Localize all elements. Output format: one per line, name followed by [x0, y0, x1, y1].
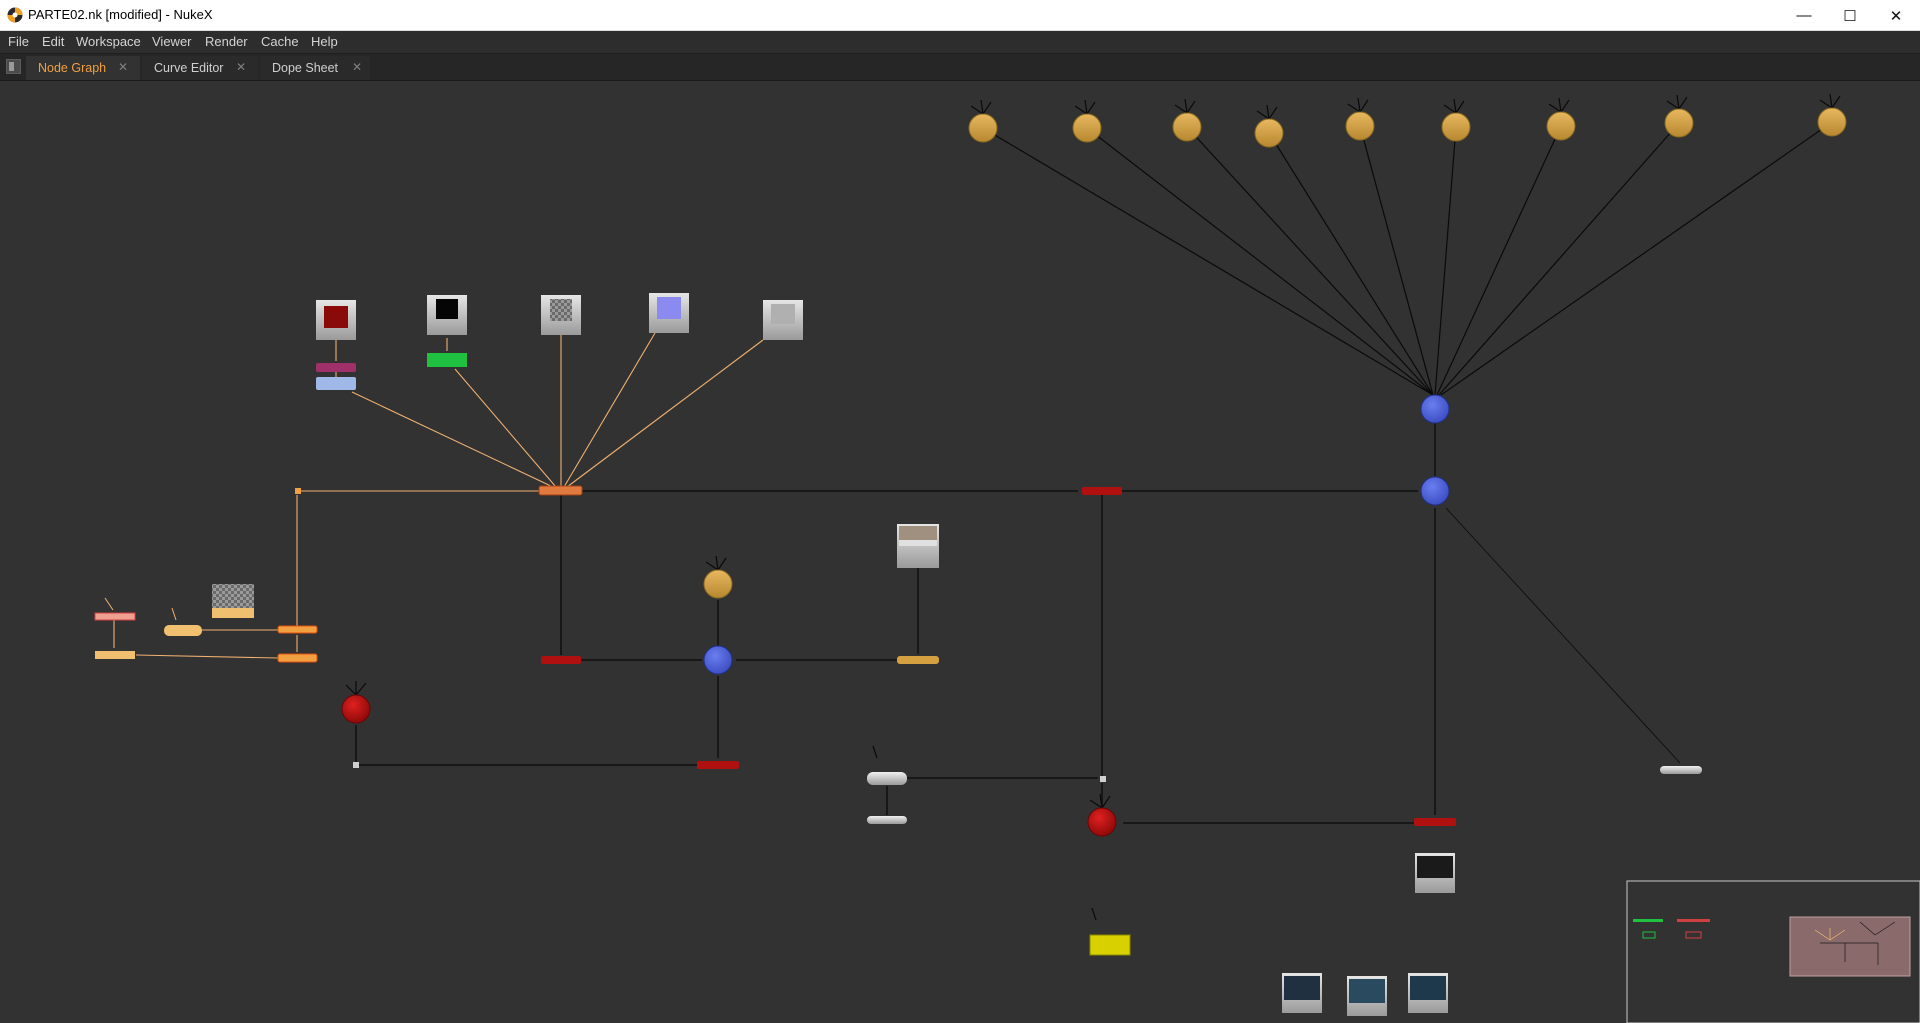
texture-edges — [113, 332, 764, 659]
pipe-edges — [355, 420, 1681, 824]
maximize-button[interactable]: ☐ — [1827, 0, 1873, 31]
nuke-logo-icon — [7, 7, 23, 23]
colorcorrect-node[interactable] — [316, 377, 356, 390]
camera-edges — [982, 121, 1833, 396]
viewer-thumb[interactable] — [1415, 853, 1455, 893]
navigator-panel[interactable] — [1626, 880, 1920, 1023]
tab-bar: Node Graph ✕ Curve Editor ✕ Dope Sheet ✕ — [0, 54, 1920, 81]
tab-dope-sheet[interactable]: Dope Sheet ✕ — [260, 56, 370, 80]
node-graph-canvas[interactable] — [0, 80, 1920, 1023]
tab-node-graph[interactable]: Node Graph ✕ — [26, 56, 140, 80]
pane-menu-icon[interactable] — [6, 59, 21, 74]
read-node-displacement[interactable] — [763, 300, 803, 340]
dot-node[interactable] — [295, 488, 301, 494]
tab-curve-editor[interactable]: Curve Editor ✕ — [142, 56, 258, 80]
read-node-grey-texture[interactable] — [541, 295, 581, 335]
camera-node[interactable] — [703, 555, 733, 599]
read-node-normal-map[interactable] — [649, 293, 689, 333]
navigator-viewport[interactable] — [1789, 916, 1911, 977]
tab-label: Curve Editor — [154, 61, 224, 75]
scene-node[interactable] — [1420, 394, 1450, 424]
read-node-black[interactable] — [427, 295, 467, 335]
menu-file[interactable]: File — [8, 34, 29, 49]
scanline-render-node[interactable] — [1082, 487, 1122, 495]
close-window-button[interactable]: ✕ — [1873, 0, 1919, 31]
renderer-node[interactable] — [341, 681, 371, 724]
render-node[interactable] — [1414, 818, 1456, 826]
camera-node[interactable] — [1817, 93, 1847, 137]
read-node-checker[interactable] — [212, 584, 254, 618]
shader-node[interactable] — [427, 353, 467, 367]
camera-node[interactable] — [1546, 97, 1576, 141]
read-node-environment[interactable] — [897, 524, 939, 568]
scene-node[interactable] — [1420, 476, 1450, 506]
camera-node[interactable] — [1441, 98, 1471, 142]
shuffle-node[interactable] — [867, 816, 907, 824]
tab-label: Node Graph — [38, 61, 107, 75]
close-icon[interactable]: ✕ — [118, 60, 128, 74]
node-graph-svg[interactable] — [0, 80, 1920, 1023]
camera-node[interactable] — [1664, 94, 1694, 138]
dot-node[interactable] — [1100, 776, 1106, 782]
viewer-thumb[interactable] — [1282, 973, 1322, 1013]
read-node-red-texture[interactable] — [316, 300, 356, 340]
dot-node[interactable] — [353, 762, 359, 768]
merge-node[interactable] — [277, 625, 318, 634]
viewer-thumb[interactable] — [1347, 976, 1387, 1016]
render-node[interactable] — [541, 656, 581, 664]
camera-node[interactable] — [968, 99, 998, 143]
minimize-button[interactable]: — — [1781, 0, 1827, 31]
tab-label: Dope Sheet — [272, 61, 339, 75]
camera-node[interactable] — [1254, 104, 1284, 148]
close-icon[interactable]: ✕ — [352, 60, 362, 74]
title-bar: PARTE02.nk [modified] - NukeX — ☐ ✕ — [0, 0, 1920, 31]
sticky-note-node[interactable] — [1089, 934, 1131, 956]
window-title: PARTE02.nk [modified] - NukeX — [28, 7, 213, 22]
camera-node[interactable] — [1172, 98, 1202, 142]
transform-node[interactable] — [897, 656, 939, 664]
menu-help[interactable]: Help — [311, 34, 338, 49]
write-node[interactable] — [1660, 766, 1702, 774]
constant-node[interactable] — [94, 612, 136, 621]
blur-node[interactable] — [867, 772, 907, 785]
grade-node[interactable] — [316, 363, 356, 372]
reformat-node[interactable] — [95, 651, 135, 659]
menu-edit[interactable]: Edit — [42, 34, 64, 49]
close-icon[interactable]: ✕ — [236, 60, 246, 74]
camera-node[interactable] — [1345, 97, 1375, 141]
render-node[interactable] — [697, 761, 739, 769]
merge-node[interactable] — [538, 485, 583, 496]
noise-node[interactable] — [164, 625, 202, 636]
merge-node[interactable] — [277, 653, 318, 663]
scene-node[interactable] — [703, 645, 733, 675]
menu-render[interactable]: Render — [205, 34, 248, 49]
camera-node[interactable] — [1072, 99, 1102, 143]
menu-bar: File Edit Workspace Viewer Render Cache … — [0, 31, 1920, 54]
menu-workspace[interactable]: Workspace — [76, 34, 141, 49]
viewer-thumb[interactable] — [1408, 973, 1448, 1013]
menu-viewer[interactable]: Viewer — [152, 34, 192, 49]
menu-cache[interactable]: Cache — [261, 34, 299, 49]
